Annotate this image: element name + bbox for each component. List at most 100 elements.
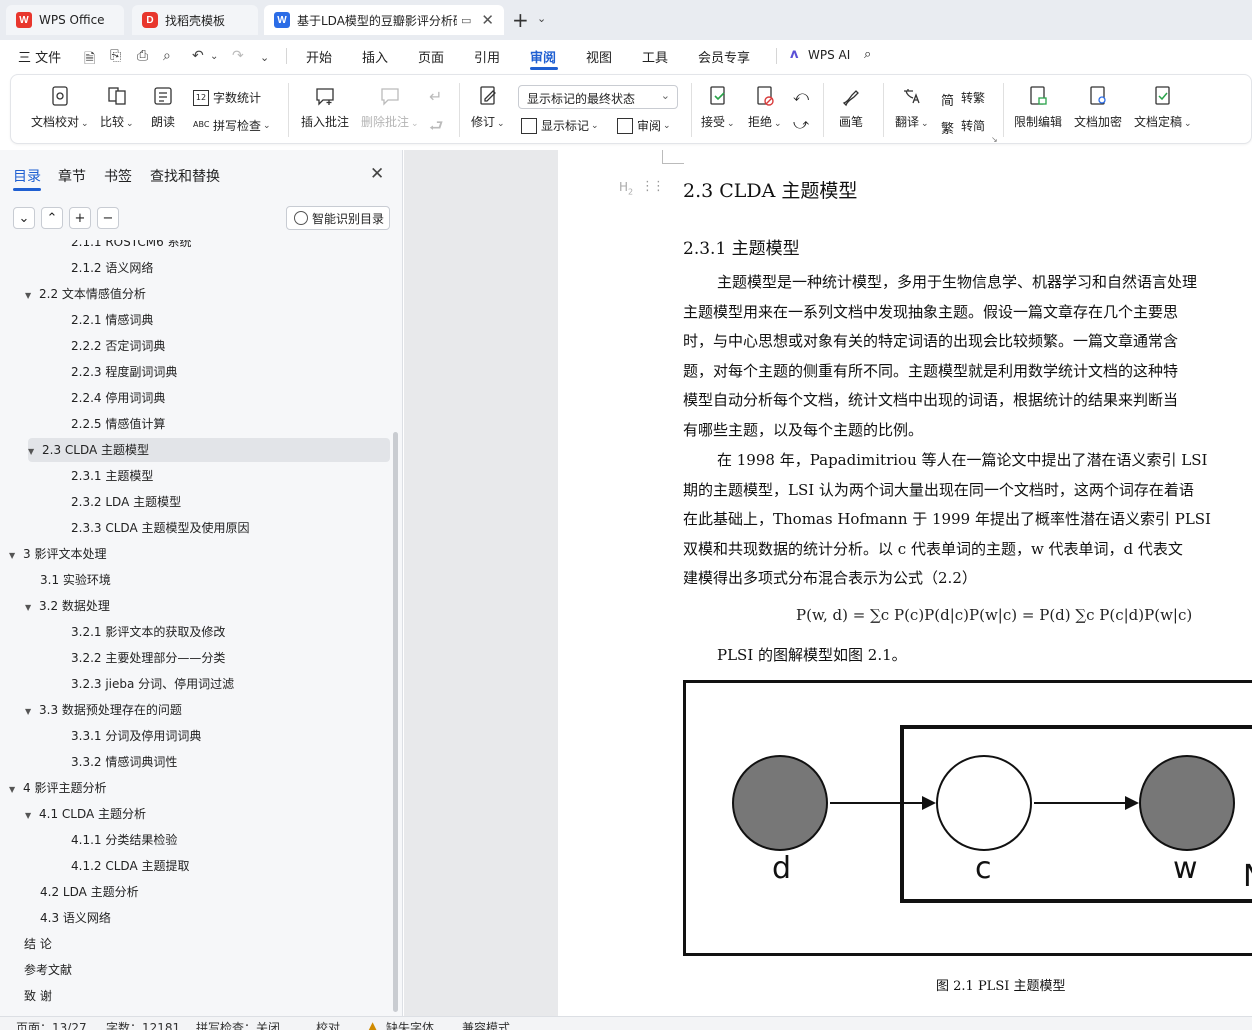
expand-arrow-icon[interactable]: ▼: [25, 804, 39, 828]
more-dropdown-icon[interactable]: ⌄: [260, 51, 269, 64]
toc-item[interactable]: ▼ 4 影评主题分析: [0, 776, 390, 800]
pen-button[interactable]: 画笔: [839, 85, 863, 130]
toc-item[interactable]: 2.2.1 情感词典: [0, 308, 390, 332]
restrict-edit-button[interactable]: 限制编辑: [1014, 85, 1062, 130]
show-markup-button[interactable]: 显示标记 ⌄: [521, 117, 599, 134]
toc-item[interactable]: 2.3.1 主题模型: [0, 464, 390, 488]
finalize-button[interactable]: 文档定稿 ⌄: [1134, 85, 1192, 130]
export-icon[interactable]: ⎘: [110, 48, 121, 64]
compat-mode-status[interactable]: 兼容模式: [462, 1019, 510, 1030]
drag-handle-icon[interactable]: ⋮⋮: [641, 179, 665, 194]
expand-arrow-icon[interactable]: ▼: [25, 700, 39, 724]
collapse-all-icon[interactable]: ⌄: [13, 207, 35, 229]
missing-font-status[interactable]: 缺失字体: [386, 1019, 434, 1030]
expand-up-icon[interactable]: ⌃: [41, 207, 63, 229]
tab-find-replace[interactable]: 查找和替换: [150, 166, 220, 186]
menu-insert[interactable]: 插入: [362, 47, 388, 66]
spell-check-button[interactable]: ABC 拼写检查 ⌄: [193, 117, 271, 134]
toc-item[interactable]: ▼ 3.2 数据处理: [0, 594, 390, 618]
toc-item[interactable]: 2.3.3 CLDA 主题模型及使用原因: [0, 516, 390, 540]
toc-item[interactable]: 3.3.2 情感词典词性: [0, 750, 390, 774]
undo-icon[interactable]: ↶: [192, 48, 204, 64]
toc-item[interactable]: ▼ 3 影评文本处理: [0, 542, 390, 566]
toc-item[interactable]: 致 谢: [0, 984, 390, 1008]
track-changes-button[interactable]: 修订 ⌄: [471, 85, 505, 130]
expand-group-icon[interactable]: ↘: [991, 135, 998, 144]
toc-item[interactable]: 2.1.2 语义网络: [0, 256, 390, 280]
toc-item[interactable]: 2.2.2 否定词词典: [0, 334, 390, 358]
compare-button[interactable]: 比较 ⌄: [100, 85, 134, 130]
toc-item[interactable]: 2.2.3 程度副词词典: [0, 360, 390, 384]
toc-item[interactable]: 3.1 实验环境: [0, 568, 390, 592]
toc-item[interactable]: ▼ 3.3 数据预处理存在的问题: [0, 698, 390, 722]
delete-comment-button[interactable]: 删除批注 ⌄: [361, 85, 419, 130]
tab-sections[interactable]: 章节: [58, 166, 86, 186]
add-heading-icon[interactable]: +: [69, 207, 91, 229]
smart-toc-button[interactable]: 智能识别目录: [286, 206, 390, 230]
toc-item[interactable]: 2.1.1 ROSTCM6 系统: [0, 240, 390, 254]
scrollbar[interactable]: [393, 432, 398, 1012]
toc-item[interactable]: 2.2.5 情感值计算: [0, 412, 390, 436]
toc-item[interactable]: 3.2.2 主要处理部分——分类: [0, 646, 390, 670]
word-count-status[interactable]: 字数：12181: [106, 1019, 180, 1030]
menu-references[interactable]: 引用: [474, 47, 500, 66]
previous-change-icon[interactable]: ⤺: [793, 87, 809, 105]
insert-comment-button[interactable]: 插入批注: [301, 85, 349, 130]
to-simplified-button[interactable]: 繁 转简: [941, 117, 985, 137]
to-traditional-button[interactable]: 简 转繁: [941, 89, 985, 109]
toc-item[interactable]: 4.2 LDA 主题分析: [0, 880, 390, 904]
toc-item[interactable]: 4.1.1 分类结果检验: [0, 828, 390, 852]
search-icon[interactable]: ⌕: [864, 47, 871, 62]
chevron-down-icon[interactable]: ⌄: [537, 12, 546, 25]
review-pane-button[interactable]: 审阅 ⌄: [617, 117, 671, 134]
menu-member[interactable]: 会员专享: [698, 47, 750, 66]
undo-dropdown-icon[interactable]: ⌄: [210, 51, 218, 62]
reject-button[interactable]: 拒绝 ⌄: [748, 85, 782, 130]
toc-item[interactable]: ▼ 2.2 文本情感值分析: [0, 282, 390, 306]
redo-icon[interactable]: ↷: [232, 48, 244, 64]
document-page[interactable]: H2 ⋮⋮ 2.3 CLDA 主题模型 2.3.1 主题模型 主题模型是一种统计…: [558, 150, 1252, 1016]
close-icon[interactable]: ✕: [370, 164, 384, 184]
menu-home[interactable]: 开始: [306, 47, 332, 66]
word-count-button[interactable]: 12 字数统计: [193, 89, 261, 106]
toc-item[interactable]: 2.3.2 LDA 主题模型: [0, 490, 390, 514]
tab-wps-office[interactable]: W WPS Office: [6, 5, 124, 35]
doc-proofread-button[interactable]: 文档校对 ⌄: [31, 85, 89, 130]
menu-tools[interactable]: 工具: [642, 47, 668, 66]
print-icon[interactable]: ⎙: [137, 48, 148, 64]
menu-review[interactable]: 审阅: [530, 47, 556, 66]
menu-page[interactable]: 页面: [418, 47, 444, 66]
file-menu[interactable]: 三 文件: [18, 47, 61, 66]
menu-view[interactable]: 视图: [586, 47, 612, 66]
tab-current-document[interactable]: W 基于LDA模型的豆瓣影评分析研究 ▭ ✕: [264, 5, 504, 35]
wps-ai-button[interactable]: WPS AI: [808, 48, 850, 62]
accept-button[interactable]: 接受 ⌄: [701, 85, 735, 130]
toc-item[interactable]: 3.2.1 影评文本的获取及修改: [0, 620, 390, 644]
toc-item[interactable]: 4.1.2 CLDA 主题提取: [0, 854, 390, 878]
toc-item[interactable]: 参考文献: [0, 958, 390, 982]
toc-item[interactable]: 3.3.1 分词及停用词词典: [0, 724, 390, 748]
read-aloud-button[interactable]: 朗读: [151, 85, 175, 130]
toc-item[interactable]: ▼ 4.1 CLDA 主题分析: [0, 802, 390, 826]
tab-docer-templates[interactable]: D 找稻壳模板: [132, 5, 258, 35]
new-tab-icon[interactable]: +: [512, 8, 529, 32]
toc-item[interactable]: 2.2.4 停用词词典: [0, 386, 390, 410]
translate-button[interactable]: 翻译 ⌄: [895, 85, 929, 130]
wps-ai-icon[interactable]: ʌ: [790, 47, 798, 62]
next-change-icon[interactable]: ⤻: [793, 115, 809, 133]
previous-comment-icon[interactable]: ↵: [429, 87, 442, 106]
remove-heading-icon[interactable]: −: [97, 207, 119, 229]
toc-item[interactable]: ▼ 2.3 CLDA 主题模型: [28, 438, 390, 462]
markup-state-select[interactable]: 显示标记的最终状态 ⌄: [518, 85, 678, 109]
toc-item[interactable]: 3.2.3 jieba 分词、停用词过滤: [0, 672, 390, 696]
expand-arrow-icon[interactable]: ▼: [28, 440, 42, 464]
page-indicator[interactable]: 页面：13/27: [16, 1019, 87, 1030]
close-tab-icon[interactable]: ✕: [481, 11, 494, 29]
proofread-status[interactable]: 校对: [316, 1019, 340, 1030]
expand-arrow-icon[interactable]: ▼: [9, 544, 23, 568]
save-icon[interactable]: 🗎: [84, 48, 95, 72]
tab-bookmarks[interactable]: 书签: [104, 166, 132, 186]
encrypt-button[interactable]: 文档加密: [1074, 85, 1122, 130]
tab-toc[interactable]: 目录: [13, 166, 41, 186]
next-comment-icon[interactable]: ⮐: [429, 115, 443, 142]
